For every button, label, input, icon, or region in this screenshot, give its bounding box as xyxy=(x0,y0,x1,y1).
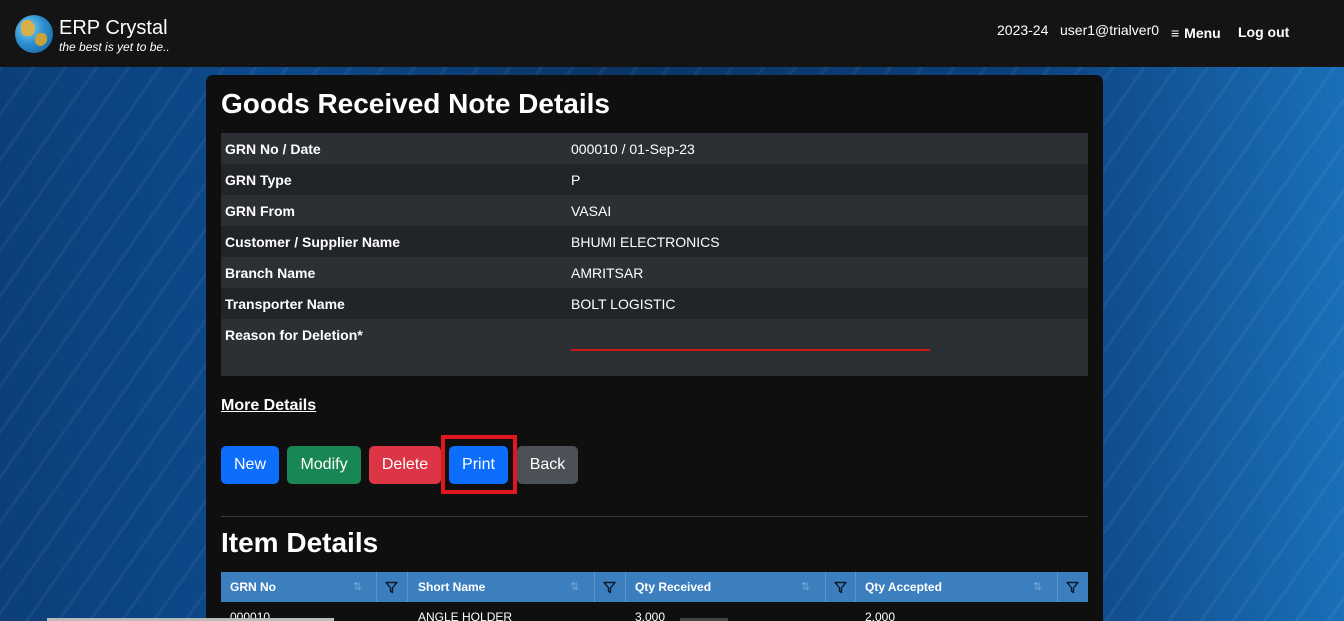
detail-row: Branch Name AMRITSAR xyxy=(221,257,1088,288)
sort-icon[interactable]: ⇅ xyxy=(1033,572,1042,602)
brand-tagline: the best is yet to be.. xyxy=(59,40,170,54)
detail-label: Customer / Supplier Name xyxy=(221,226,567,257)
detail-value: VASAI xyxy=(567,195,1088,226)
column-header-qty-received[interactable]: Qty Received xyxy=(626,572,711,602)
reason-label: Reason for Deletion* xyxy=(221,319,567,376)
filter-icon[interactable] xyxy=(1057,572,1087,602)
sort-icon[interactable]: ⇅ xyxy=(801,572,810,602)
delete-button[interactable]: Delete xyxy=(369,446,441,484)
grn-details-table: GRN No / Date 000010 / 01-Sep-23 GRN Typ… xyxy=(221,133,1088,376)
back-button[interactable]: Back xyxy=(517,446,578,484)
detail-row: GRN Type P xyxy=(221,164,1088,195)
financial-year: 2023-24 xyxy=(997,22,1049,38)
cell-short-name: ANGLE HOLDER xyxy=(418,610,513,621)
detail-value: BOLT LOGISTIC xyxy=(567,288,1088,319)
cell-qty-received: 3.000 xyxy=(635,610,666,621)
column-header-short-name[interactable]: Short Name xyxy=(409,572,485,602)
reason-row: Reason for Deletion* xyxy=(221,319,1088,376)
menu-label: Menu xyxy=(1184,25,1221,41)
brand-title[interactable]: ERP Crystal xyxy=(59,17,168,40)
column-header-grn-no[interactable]: GRN No xyxy=(221,572,276,602)
globe-logo-icon[interactable] xyxy=(15,15,53,53)
detail-row: Transporter Name BOLT LOGISTIC xyxy=(221,288,1088,319)
detail-value: BHUMI ELECTRONICS xyxy=(567,226,1088,257)
items-grid-header: GRN No ⇅ Short Name ⇅ Qty Received ⇅ Qty… xyxy=(221,572,1088,602)
detail-label: GRN No / Date xyxy=(221,133,567,164)
items-section-title: Item Details xyxy=(221,527,379,558)
detail-value: 000010 / 01-Sep-23 xyxy=(567,133,1088,164)
reason-cell xyxy=(567,319,1088,376)
reason-for-deletion-input[interactable] xyxy=(571,349,930,351)
cell-qty-accepted: 2.000 xyxy=(865,610,896,621)
table-row[interactable]: 000010 ANGLE HOLDER 3.000 2.000 xyxy=(221,602,1088,621)
filter-icon[interactable] xyxy=(594,572,624,602)
detail-row: Customer / Supplier Name BHUMI ELECTRONI… xyxy=(221,226,1088,257)
logout-link[interactable]: Log out xyxy=(1238,24,1289,40)
top-navbar: ERP Crystal the best is yet to be.. 2023… xyxy=(0,0,1344,67)
more-details-link[interactable]: More Details xyxy=(221,397,316,415)
sort-icon[interactable]: ⇅ xyxy=(353,572,362,602)
filter-icon[interactable] xyxy=(825,572,855,602)
detail-label: GRN Type xyxy=(221,164,567,195)
filter-icon[interactable] xyxy=(376,572,406,602)
section-divider xyxy=(221,516,1088,517)
column-header-qty-accepted[interactable]: Qty Accepted xyxy=(856,572,942,602)
detail-value: AMRITSAR xyxy=(567,257,1088,288)
user-name: user1@trialver0 xyxy=(1060,22,1160,38)
hamburger-icon: ≡ xyxy=(1171,25,1180,41)
detail-row: GRN From VASAI xyxy=(221,195,1088,226)
detail-value: P xyxy=(567,164,1088,195)
modify-button[interactable]: Modify xyxy=(287,446,361,484)
print-button-highlight xyxy=(441,435,517,494)
sort-icon[interactable]: ⇅ xyxy=(570,572,579,602)
detail-label: Transporter Name xyxy=(221,288,567,319)
new-button[interactable]: New xyxy=(221,446,279,484)
detail-row: GRN No / Date 000010 / 01-Sep-23 xyxy=(221,133,1088,164)
page-title: Goods Received Note Details xyxy=(221,88,611,119)
detail-label: Branch Name xyxy=(221,257,567,288)
column-divider[interactable] xyxy=(407,572,408,602)
menu-button[interactable]: ≡ Menu xyxy=(1171,25,1221,41)
detail-label: GRN From xyxy=(221,195,567,226)
